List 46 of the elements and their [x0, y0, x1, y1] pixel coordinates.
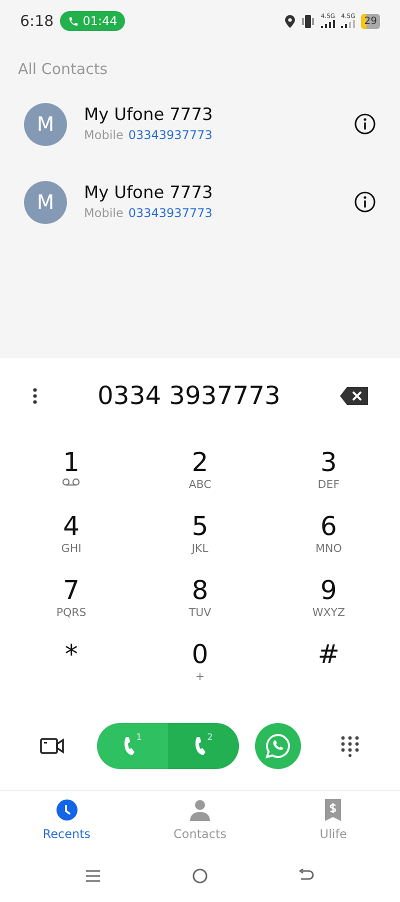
nav-tab[interactable]: Recents [0, 798, 134, 842]
contact-name[interactable]: My Ufone 7773 [84, 182, 354, 204]
contact-avatar: M [24, 102, 67, 146]
voicemail-icon [62, 478, 80, 488]
dial-key[interactable]: 7 PQRS [7, 574, 136, 630]
phone-icon [194, 736, 206, 756]
backspace-icon[interactable] [340, 387, 368, 405]
vibrate-icon [300, 14, 315, 28]
menu-icon[interactable] [85, 869, 102, 883]
back-icon[interactable] [298, 869, 315, 883]
number-type: Mobile [84, 205, 124, 222]
dial-key[interactable]: 5 JKL [136, 510, 264, 566]
clock-icon [56, 798, 78, 820]
signal-icon [341, 20, 356, 28]
location-icon [284, 14, 295, 28]
dial-key[interactable]: * [7, 638, 136, 694]
phone-number[interactable]: 03343937773 [128, 204, 212, 222]
dial-key[interactable]: 6 MNO [264, 510, 393, 566]
info-icon[interactable] [354, 113, 376, 135]
dial-key[interactable]: 3 DEF [264, 446, 393, 502]
receipt-icon [324, 798, 342, 820]
more-options-icon[interactable] [32, 387, 38, 405]
section-title: All Contacts [17, 59, 109, 80]
home-icon[interactable] [192, 868, 208, 884]
dial-key[interactable]: 2 ABC [136, 446, 264, 502]
dial-key[interactable]: 8 TUV [136, 574, 264, 630]
contact-name[interactable]: My Ufone 7773 [84, 104, 354, 126]
person-icon [188, 798, 211, 820]
number-type: Mobile [84, 127, 124, 144]
dialpad-icon[interactable] [340, 735, 360, 757]
dial-key[interactable]: 0 + [136, 638, 264, 694]
dialed-number: 0334 3937773 [98, 380, 280, 412]
dial-key[interactable]: 1 [7, 446, 136, 502]
phone-icon [123, 736, 136, 756]
signal-icon [320, 20, 335, 28]
dial-key[interactable]: # [264, 638, 393, 694]
video-call-icon[interactable] [40, 737, 64, 755]
call-timer: 01:44 [82, 13, 118, 30]
dial-key[interactable]: 9 WXYZ [264, 574, 393, 630]
phone-icon [68, 16, 79, 26]
phone-number[interactable]: 03343937773 [128, 126, 212, 144]
status-time: 6:18 [20, 10, 54, 32]
dial-key[interactable]: 4 GHI [7, 510, 136, 566]
info-icon[interactable] [354, 191, 376, 213]
whatsapp-icon [265, 733, 291, 759]
contact-avatar: M [24, 180, 67, 224]
